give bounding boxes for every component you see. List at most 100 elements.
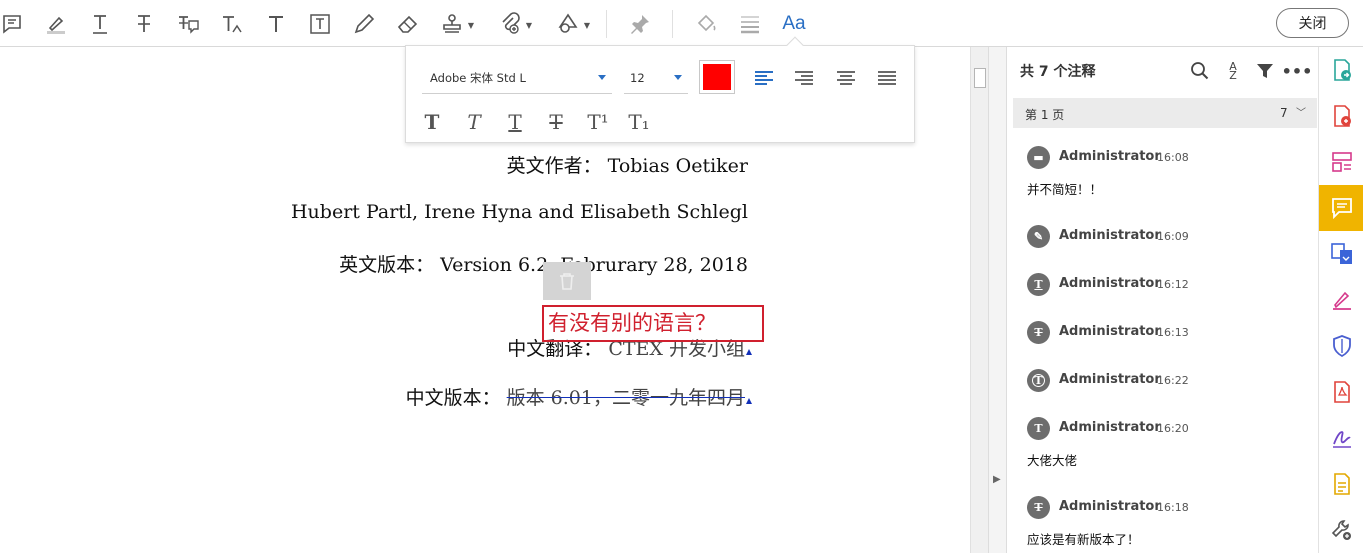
more-options-icon[interactable]: ••• — [1282, 60, 1313, 82]
authors-line: Hubert Partl, Irene Hyna and Elisabeth S… — [290, 201, 748, 223]
line-weight-icon[interactable] — [734, 8, 766, 40]
page-group-header[interactable]: 第 1 页 7 ﹀ — [1013, 98, 1317, 128]
shield-icon[interactable] — [1319, 323, 1363, 369]
chevron-down-icon — [674, 75, 682, 80]
search-icon[interactable] — [1189, 60, 1211, 82]
comment-time: 16:08 — [1157, 151, 1189, 164]
collapse-panel-icon[interactable]: ▶ — [993, 474, 1001, 485]
chevron-down-icon: ▼ — [583, 21, 590, 30]
font-size-select[interactable]: 12 — [624, 62, 688, 94]
chinese-version-line: 中文版本： 版本 6.01，二零一九年四月 — [406, 383, 752, 410]
text-format-popup: Adobe 宋体 Std L 12 T T T T T¹ T₁ — [405, 36, 915, 143]
text-color-fill — [703, 64, 731, 90]
textbox-icon: T — [1027, 369, 1050, 392]
paint-bucket-icon[interactable] — [690, 8, 722, 40]
italic-icon[interactable]: T — [460, 108, 488, 136]
align-justify-icon[interactable] — [875, 66, 899, 90]
create-pdf-icon[interactable] — [1319, 93, 1363, 139]
align-left-icon[interactable] — [752, 66, 776, 90]
organize-pages-icon[interactable] — [1319, 139, 1363, 185]
chevron-down-icon: ﹀ — [1296, 108, 1306, 119]
comment-time: 16:12 — [1157, 278, 1189, 291]
sort-az-icon[interactable]: AZ — [1222, 60, 1244, 82]
comment-time: 16:09 — [1157, 230, 1189, 243]
highlighter-icon: ✎ — [1027, 225, 1050, 248]
font-size-value: 12 — [630, 70, 645, 85]
insert-caret-mark[interactable] — [746, 398, 752, 404]
signature-pen-icon[interactable] — [1319, 415, 1363, 461]
comment-author: Administrator — [1059, 420, 1161, 435]
font-family-value: Adobe 宋体 Std L — [430, 70, 526, 85]
aa-icon[interactable]: Aa — [778, 8, 810, 40]
replace-text-icon: T — [1027, 496, 1050, 519]
comment-author: Administrator — [1059, 324, 1161, 339]
comment-author: Administrator — [1059, 372, 1161, 387]
comment-icon: ▬ — [1027, 146, 1050, 169]
subscript-icon[interactable]: T₁ — [625, 108, 653, 136]
comment-author: Administrator — [1059, 276, 1161, 291]
pdf-file-icon[interactable] — [1319, 369, 1363, 415]
comment-icon[interactable] — [0, 8, 28, 40]
strikethrough-t-icon: T — [1027, 321, 1050, 344]
pin-icon[interactable] — [624, 8, 656, 40]
comment-toolbar: ▼ ▼ ▼ Aa 关闭 — [0, 0, 1363, 47]
pencil-icon[interactable] — [348, 8, 380, 40]
align-center-icon[interactable] — [834, 66, 858, 90]
text-t-icon[interactable] — [260, 8, 292, 40]
align-right-icon[interactable] — [792, 66, 816, 90]
comment-time: 16:20 — [1157, 422, 1189, 435]
paperclip-icon[interactable]: ▼ — [494, 8, 532, 40]
wrench-plus-icon[interactable] — [1319, 507, 1363, 553]
strikethrough-t-icon[interactable] — [128, 8, 160, 40]
strikethrough-text[interactable]: 版本 6.01，二零一九年四月 — [507, 387, 745, 409]
textbox-icon[interactable] — [304, 8, 336, 40]
font-family-select[interactable]: Adobe 宋体 Std L — [422, 62, 612, 94]
document-scrollbar[interactable] — [970, 47, 988, 553]
page-comment-count: 7 — [1280, 106, 1288, 120]
stamp-icon[interactable]: ▼ — [436, 8, 474, 40]
comment-author: Administrator — [1059, 149, 1161, 164]
chevron-down-icon — [598, 75, 606, 80]
filter-icon[interactable] — [1254, 60, 1276, 82]
text-box-annotation[interactable]: 有没有别的语言？ — [542, 305, 764, 342]
comment-author: Administrator — [1059, 228, 1161, 243]
comment-text: 大佬大佬 — [1027, 453, 1078, 468]
comment-text: 并不简短！！ — [1027, 182, 1103, 197]
comments-panel: 共 7 个注释 AZ ••• 第 1 页 7 ﹀ ▬ Administrator… — [1006, 47, 1318, 553]
insert-text-icon: T — [1027, 417, 1050, 440]
superscript-icon[interactable]: T¹ — [584, 108, 612, 136]
toolbar-divider — [672, 10, 673, 38]
strikethrough-icon[interactable]: T — [542, 108, 570, 136]
comment-time: 16:22 — [1157, 374, 1189, 387]
highlighter-icon[interactable] — [40, 8, 72, 40]
eraser-icon[interactable] — [392, 8, 424, 40]
insert-caret-mark[interactable] — [746, 349, 752, 355]
underline-icon[interactable]: T — [501, 108, 529, 136]
english-author-line: 英文作者： Tobias Oetiker — [506, 155, 748, 177]
export-pdf-icon[interactable] — [1319, 47, 1363, 93]
toolbar-divider — [606, 10, 607, 38]
close-button[interactable]: 关闭 — [1276, 8, 1349, 38]
comment-panel-icon[interactable] — [1319, 185, 1363, 231]
panel-splitter[interactable]: ▶ — [988, 47, 1006, 553]
chevron-down-icon: ▼ — [525, 21, 532, 30]
delete-icon[interactable] — [543, 262, 591, 300]
scrollbar-thumb[interactable] — [974, 68, 986, 88]
underline-t-icon: T — [1027, 273, 1050, 296]
comment-author: Administrator — [1059, 499, 1161, 514]
version-label: 中文版本： — [405, 387, 501, 409]
replace-text-icon[interactable] — [172, 8, 204, 40]
shapes-icon[interactable]: ▼ — [552, 8, 590, 40]
insert-text-icon[interactable] — [216, 8, 248, 40]
underline-t-icon[interactable] — [84, 8, 116, 40]
fill-sign-icon[interactable] — [1319, 277, 1363, 323]
tools-rail — [1318, 47, 1363, 553]
chevron-down-icon: ▼ — [467, 21, 474, 30]
text-color-swatch[interactable] — [699, 60, 735, 94]
document-star-icon[interactable] — [1319, 461, 1363, 507]
bold-icon[interactable]: T — [418, 108, 446, 136]
combine-files-icon[interactable] — [1319, 231, 1363, 277]
comment-time: 16:13 — [1157, 326, 1189, 339]
comment-text: 应该是有新版本了！ — [1027, 532, 1140, 547]
comment-time: 16:18 — [1157, 501, 1189, 514]
